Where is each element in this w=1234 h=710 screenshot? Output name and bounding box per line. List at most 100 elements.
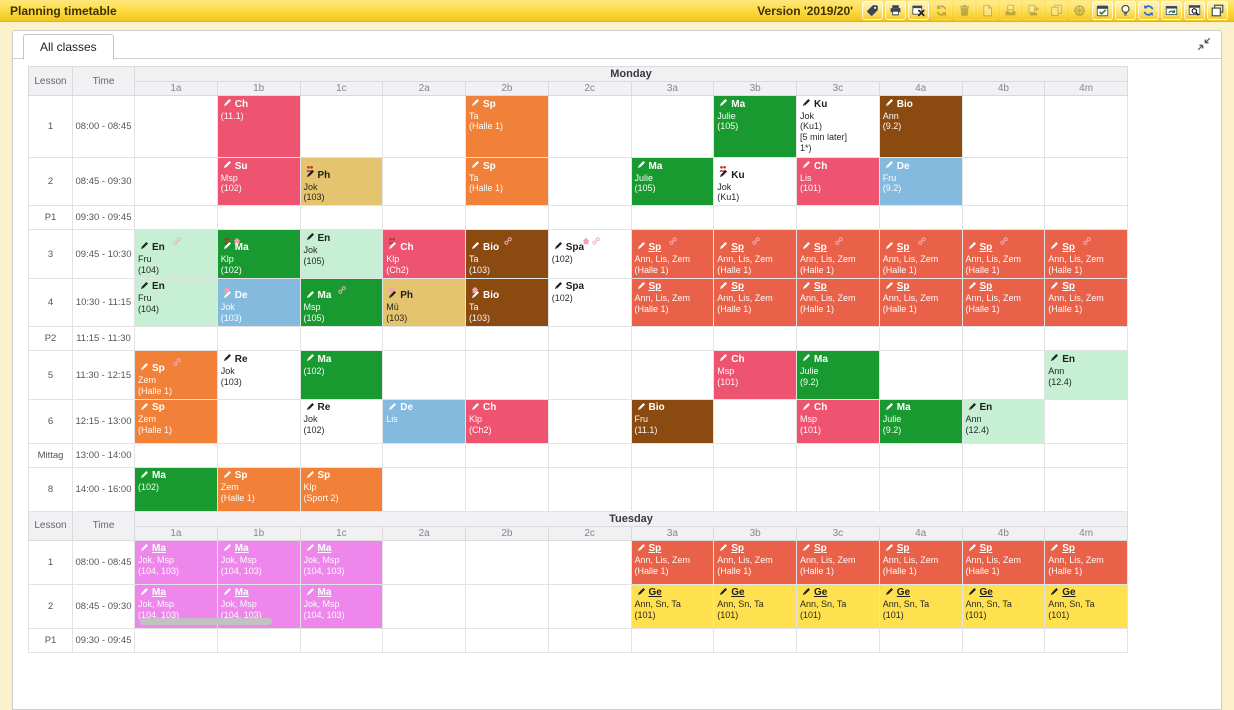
lesson-block[interactable]: GeAnn, Sn, Ta(101) (797, 585, 879, 628)
cell-2a[interactable] (383, 327, 466, 351)
cell-3a[interactable]: SpAnn, Lis, Zem(Halle 1) (631, 278, 714, 326)
collapse-icon[interactable] (1196, 37, 1212, 53)
cell-3a[interactable] (631, 467, 714, 511)
cell-1c[interactable] (300, 327, 383, 351)
lesson-block[interactable]: SpAnn, Lis, Zem(Halle 1) (714, 541, 796, 584)
cell-3b[interactable]: SpAnn, Lis, Zem(Halle 1) (714, 540, 797, 584)
cell-4a[interactable] (879, 351, 962, 399)
lesson-block[interactable]: GeAnn, Sn, Ta(101) (714, 585, 796, 628)
cell-2c[interactable] (548, 628, 631, 652)
cell-3c[interactable] (797, 327, 880, 351)
cell-2a[interactable]: ChKlp(Ch2) (383, 230, 466, 278)
lesson-block[interactable]: MaJulie(105) (714, 96, 796, 157)
cell-4a[interactable] (879, 628, 962, 652)
cell-4a[interactable]: SpAnn, Lis, Zem(Halle 1) (879, 278, 962, 326)
lesson-block[interactable]: ChLis(101) (797, 158, 879, 205)
calendar-check-icon[interactable] (1092, 1, 1113, 20)
cell-4a[interactable] (879, 206, 962, 230)
cell-3b[interactable]: SpAnn, Lis, Zem(Halle 1) (714, 278, 797, 326)
cell-4b[interactable] (962, 327, 1045, 351)
delete-window-icon[interactable] (908, 1, 929, 20)
cell-2c[interactable] (548, 96, 631, 158)
lesson-block[interactable]: KuJok(Ku1)[5 min later]1*) (797, 96, 879, 157)
cell-1c[interactable] (300, 628, 383, 652)
lesson-block[interactable]: BioFru(11.1) (632, 400, 714, 443)
cell-2c[interactable] (548, 206, 631, 230)
cell-3a[interactable]: SpAnn, Lis, Zem(Halle 1) (631, 230, 714, 278)
cell-3c[interactable]: SpAnn, Lis, Zem(Halle 1) (797, 278, 880, 326)
cell-1a[interactable]: EnFru(104) (135, 278, 218, 326)
lesson-block[interactable]: EnFru(104) (135, 279, 217, 326)
cell-2b[interactable] (466, 584, 549, 628)
cell-2b[interactable] (466, 628, 549, 652)
cell-1b[interactable] (217, 327, 300, 351)
cell-3b[interactable] (714, 327, 797, 351)
cell-2b[interactable] (466, 206, 549, 230)
lesson-block[interactable]: EnJok(105) (301, 230, 383, 277)
lesson-block[interactable]: SpAnn, Lis, Zem(Halle 1) (880, 541, 962, 584)
lesson-block[interactable]: SpAnn, Lis, Zem(Halle 1) (714, 230, 796, 277)
cell-2a[interactable] (383, 467, 466, 511)
cell-1c[interactable]: SpKlp(Sport 2) (300, 467, 383, 511)
cell-4b[interactable] (962, 96, 1045, 158)
lesson-block[interactable]: SpZem(Halle 1) (135, 400, 217, 443)
cell-2a[interactable] (383, 584, 466, 628)
lesson-block[interactable]: MaJok, Msp(104, 103) (301, 585, 383, 628)
cell-2c[interactable]: Spa(102) (548, 278, 631, 326)
cell-1c[interactable]: Ma(102) (300, 351, 383, 399)
cell-3b[interactable] (714, 628, 797, 652)
cell-3a[interactable]: GeAnn, Sn, Ta(101) (631, 584, 714, 628)
cell-1b[interactable]: SpZem(Halle 1) (217, 467, 300, 511)
lesson-block[interactable]: EnFru(104) (135, 230, 217, 277)
cell-3a[interactable] (631, 628, 714, 652)
cell-2a[interactable]: PhMü(103) (383, 278, 466, 326)
lesson-block[interactable]: MaKlp(102) (218, 230, 300, 277)
cell-2b[interactable]: BioTa(103) (466, 278, 549, 326)
lesson-block[interactable]: BioTa(103) (466, 279, 548, 326)
cell-2a[interactable] (383, 158, 466, 206)
cell-4a[interactable] (879, 327, 962, 351)
cell-1b[interactable]: MaKlp(102) (217, 230, 300, 278)
cell-3b[interactable]: ChMsp(101) (714, 351, 797, 399)
lesson-block[interactable]: EnAnn(12.4) (963, 400, 1045, 443)
lesson-block[interactable]: SpAnn, Lis, Zem(Halle 1) (797, 279, 879, 326)
cell-1b[interactable] (217, 443, 300, 467)
cell-3a[interactable]: BioFru(11.1) (631, 399, 714, 443)
print-icon[interactable] (885, 1, 906, 20)
tab-all-classes[interactable]: All classes (23, 34, 114, 60)
cell-1b[interactable]: Ch(11.1) (217, 96, 300, 158)
lesson-block[interactable]: MaJulie(105) (632, 158, 714, 205)
cell-4m[interactable]: EnAnn(12.4) (1045, 351, 1128, 399)
lesson-block[interactable]: SpAnn, Lis, Zem(Halle 1) (1045, 541, 1127, 584)
cell-2a[interactable] (383, 628, 466, 652)
refresh-icon[interactable] (1138, 1, 1159, 20)
cell-3b[interactable]: KuJok(Ku1) (714, 158, 797, 206)
cell-3a[interactable] (631, 327, 714, 351)
cell-3c[interactable]: SpAnn, Lis, Zem(Halle 1) (797, 230, 880, 278)
cell-4b[interactable]: SpAnn, Lis, Zem(Halle 1) (962, 540, 1045, 584)
lesson-block[interactable]: GeAnn, Sn, Ta(101) (963, 585, 1045, 628)
cell-2a[interactable] (383, 351, 466, 399)
cell-1c[interactable]: MaJok, Msp(104, 103) (300, 584, 383, 628)
cell-4b[interactable] (962, 443, 1045, 467)
lesson-block[interactable]: DeFru(9.2) (880, 158, 962, 205)
cell-1a[interactable] (135, 96, 218, 158)
cell-3a[interactable] (631, 96, 714, 158)
lesson-block[interactable]: SuMsp(102) (218, 158, 300, 205)
lesson-block[interactable]: MaJulie(9.2) (797, 351, 879, 398)
lesson-block[interactable]: GeAnn, Sn, Ta(101) (1045, 585, 1127, 628)
cell-2c[interactable] (548, 443, 631, 467)
search-window-icon[interactable] (1184, 1, 1205, 20)
cell-3b[interactable]: GeAnn, Sn, Ta(101) (714, 584, 797, 628)
cell-1c[interactable]: MaMsp(105) (300, 278, 383, 326)
cell-3b[interactable] (714, 467, 797, 511)
lesson-block[interactable]: SpAnn, Lis, Zem(Halle 1) (963, 541, 1045, 584)
lesson-block[interactable]: MaJok, Msp(104, 103) (301, 541, 383, 584)
lesson-block[interactable]: MaJok, Msp(104, 103) (218, 541, 300, 584)
cell-2b[interactable] (466, 443, 549, 467)
cell-4a[interactable] (879, 443, 962, 467)
cell-1b[interactable]: MaJok, Msp(104, 103) (217, 540, 300, 584)
cell-1a[interactable]: MaJok, Msp(104, 103) (135, 540, 218, 584)
cell-4a[interactable]: BioAnn(9.2) (879, 96, 962, 158)
lesson-block[interactable]: MaJok, Msp(104, 103) (135, 541, 217, 584)
